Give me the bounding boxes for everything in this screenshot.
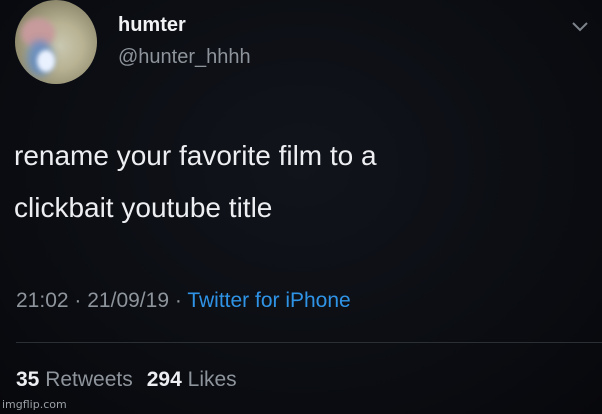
retweets-stat[interactable]: 35 Retweets xyxy=(16,368,133,391)
retweets-label: Retweets xyxy=(45,368,133,391)
avatar[interactable] xyxy=(15,0,97,84)
tweet-card: humter @hunter_hhhh rename your favorite… xyxy=(0,0,602,414)
tweet-time: 21:02 xyxy=(16,289,69,312)
likes-label: Likes xyxy=(187,368,237,391)
user-handle[interactable]: @hunter_hhhh xyxy=(118,46,251,69)
tweet-text: rename your favorite film to a clickbait… xyxy=(14,130,584,234)
meta-separator: · xyxy=(174,289,182,312)
chevron-down-icon[interactable] xyxy=(570,18,590,34)
tweet-date: 21/09/19 xyxy=(87,289,169,312)
likes-stat[interactable]: 294 Likes xyxy=(147,368,237,391)
likes-count: 294 xyxy=(146,368,182,391)
tweet-stats: 35 Retweets 294 Likes xyxy=(16,368,237,392)
divider xyxy=(16,342,602,343)
display-name[interactable]: humter xyxy=(118,14,186,37)
meta-separator: · xyxy=(74,289,82,312)
tweet-text-line: clickbait youtube title xyxy=(14,192,273,223)
tweet-text-line: rename your favorite film to a xyxy=(14,140,377,171)
tweet-source-link[interactable]: Twitter for iPhone xyxy=(187,289,350,312)
watermark: imgflip.com xyxy=(2,398,67,411)
retweets-count: 35 xyxy=(16,368,40,391)
tweet-meta: 21:02 · 21/09/19 · Twitter for iPhone xyxy=(16,289,351,313)
